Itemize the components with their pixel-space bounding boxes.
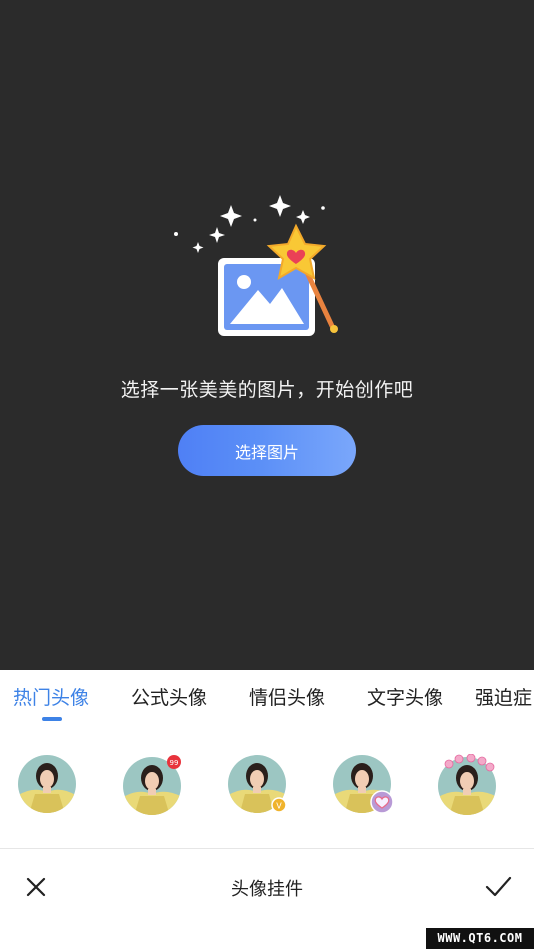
avatar-option[interactable] bbox=[332, 754, 394, 814]
tab-formula-avatars[interactable]: 公式头像 bbox=[131, 683, 207, 710]
avatar-option[interactable]: 99 bbox=[122, 754, 182, 815]
choose-image-button[interactable]: 选择图片 bbox=[178, 425, 356, 476]
avatar-photo bbox=[333, 755, 394, 814]
avatar-photo bbox=[438, 754, 496, 815]
avatar-option[interactable] bbox=[437, 754, 497, 815]
avatar-option[interactable]: V bbox=[227, 754, 287, 814]
tab-ocd-avatars[interactable]: 强迫症 bbox=[475, 683, 532, 710]
editor-canvas: 选择一张美美的图片，开始创作吧 选择图片 bbox=[0, 0, 534, 670]
magic-picture-illustration bbox=[174, 195, 338, 336]
svg-text:99: 99 bbox=[170, 759, 179, 767]
tab-hot-avatars[interactable]: 热门头像 bbox=[13, 683, 89, 710]
avatar-option[interactable] bbox=[17, 754, 77, 814]
site-watermark: WWW.QT6.COM bbox=[426, 928, 534, 949]
checkmark-icon[interactable] bbox=[482, 873, 514, 901]
editor-prompt: 选择一张美美的图片，开始创作吧 bbox=[120, 379, 414, 401]
tab-text-avatars[interactable]: 文字头像 bbox=[367, 683, 443, 710]
avatar-list: 99 V bbox=[0, 754, 534, 820]
avatar-photo: 99 bbox=[123, 755, 181, 815]
avatar-photo bbox=[18, 755, 76, 813]
svg-text:V: V bbox=[276, 802, 282, 811]
category-tabs: 热门头像 公式头像 情侣头像 文字头像 强迫症 bbox=[0, 670, 534, 725]
avatar-photo: V bbox=[228, 755, 287, 813]
active-tab-indicator bbox=[42, 717, 62, 721]
tab-couple-avatars[interactable]: 情侣头像 bbox=[249, 683, 325, 710]
bottom-bar-title: 头像挂件 bbox=[231, 879, 303, 900]
